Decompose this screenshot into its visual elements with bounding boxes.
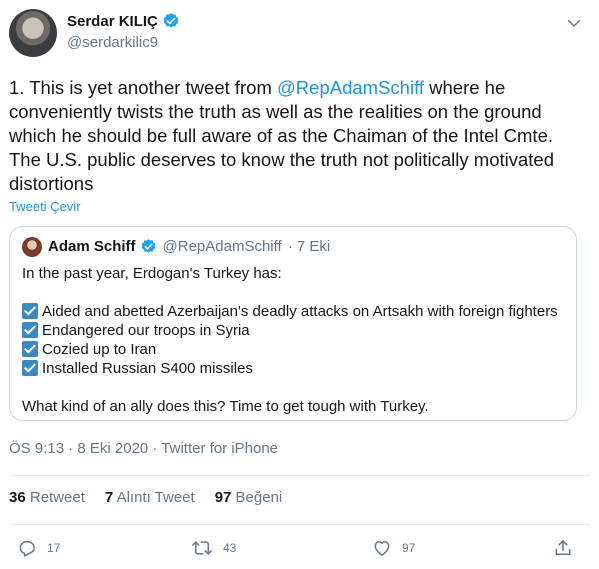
quoted-tweet-body: In the past year, Erdogan's Turkey has: … [22,264,567,416]
divider [9,524,590,525]
quoted-closing: What kind of an ally does this? Time to … [22,398,429,415]
reply-icon [17,538,37,558]
retweets-stat[interactable]: 36 Retweet [9,489,85,506]
quoted-author-avatar [22,237,42,257]
tweet-text: 1. This is yet another tweet from @RepAd… [9,76,584,196]
author-name-row: Serdar KILIÇ [67,12,180,30]
share-button[interactable] [553,538,573,558]
tweet-text-prefix: 1. This is yet another tweet from [9,77,278,98]
tweet-timestamp[interactable]: ÖS 9:13 · 8 Eki 2020 · Twitter for iPhon… [9,440,278,457]
mention-link[interactable]: @RepAdamSchiff [277,77,424,98]
retweet-count: 43 [223,541,237,555]
quoted-verified-badge-icon [140,238,157,255]
quoted-list-item: Installed Russian S400 missiles [22,359,567,378]
author-name[interactable]: Serdar KILIÇ [67,13,158,30]
author-handle[interactable]: @serdarkilic9 [67,34,158,51]
reply-button[interactable]: 17 [17,538,60,558]
quoted-intro: In the past year, Erdogan's Turkey has: [22,265,282,282]
likes-stat[interactable]: 97 Beğeni [215,489,283,506]
retweet-icon [191,538,213,558]
quoted-list-item: Cozied up to Iran [22,340,567,359]
tweet-stats: 36 Retweet 7 Alıntı Tweet 97 Beğeni [9,489,282,506]
checkbox-icon [22,360,38,376]
checkbox-icon [22,322,38,338]
tweet-actions: 17 43 97 [0,538,599,562]
tweet-card: Serdar KILIÇ @serdarkilic9 1. This is ye… [0,0,599,569]
divider [9,475,590,476]
quoted-list-item: Endangered our troops in Syria [22,321,567,340]
quoted-tweet-date: · 7 Eki [287,238,331,255]
more-options-chevron-icon[interactable] [565,14,583,32]
author-avatar[interactable] [9,9,57,57]
like-button[interactable]: 97 [372,538,415,558]
checkbox-icon [22,341,38,357]
verified-badge-icon [162,12,180,30]
translate-tweet-link[interactable]: Tweeti Çevir [9,199,81,214]
heart-icon [372,538,392,558]
retweet-button[interactable]: 43 [191,538,236,558]
quoted-tweet[interactable]: Adam Schiff @RepAdamSchiff · 7 Eki In th… [9,226,577,421]
reply-count: 17 [47,541,61,555]
checkbox-icon [22,303,38,319]
quoted-list-item: Aided and abetted Azerbaijan's deadly at… [22,302,567,321]
quote-tweets-stat[interactable]: 7 Alıntı Tweet [105,489,195,506]
quoted-author-handle: @RepAdamSchiff [162,238,282,255]
quoted-tweet-header: Adam Schiff @RepAdamSchiff · 7 Eki [48,238,330,255]
share-icon [553,538,573,558]
like-count: 97 [402,541,416,555]
quoted-author-name: Adam Schiff [48,238,136,255]
